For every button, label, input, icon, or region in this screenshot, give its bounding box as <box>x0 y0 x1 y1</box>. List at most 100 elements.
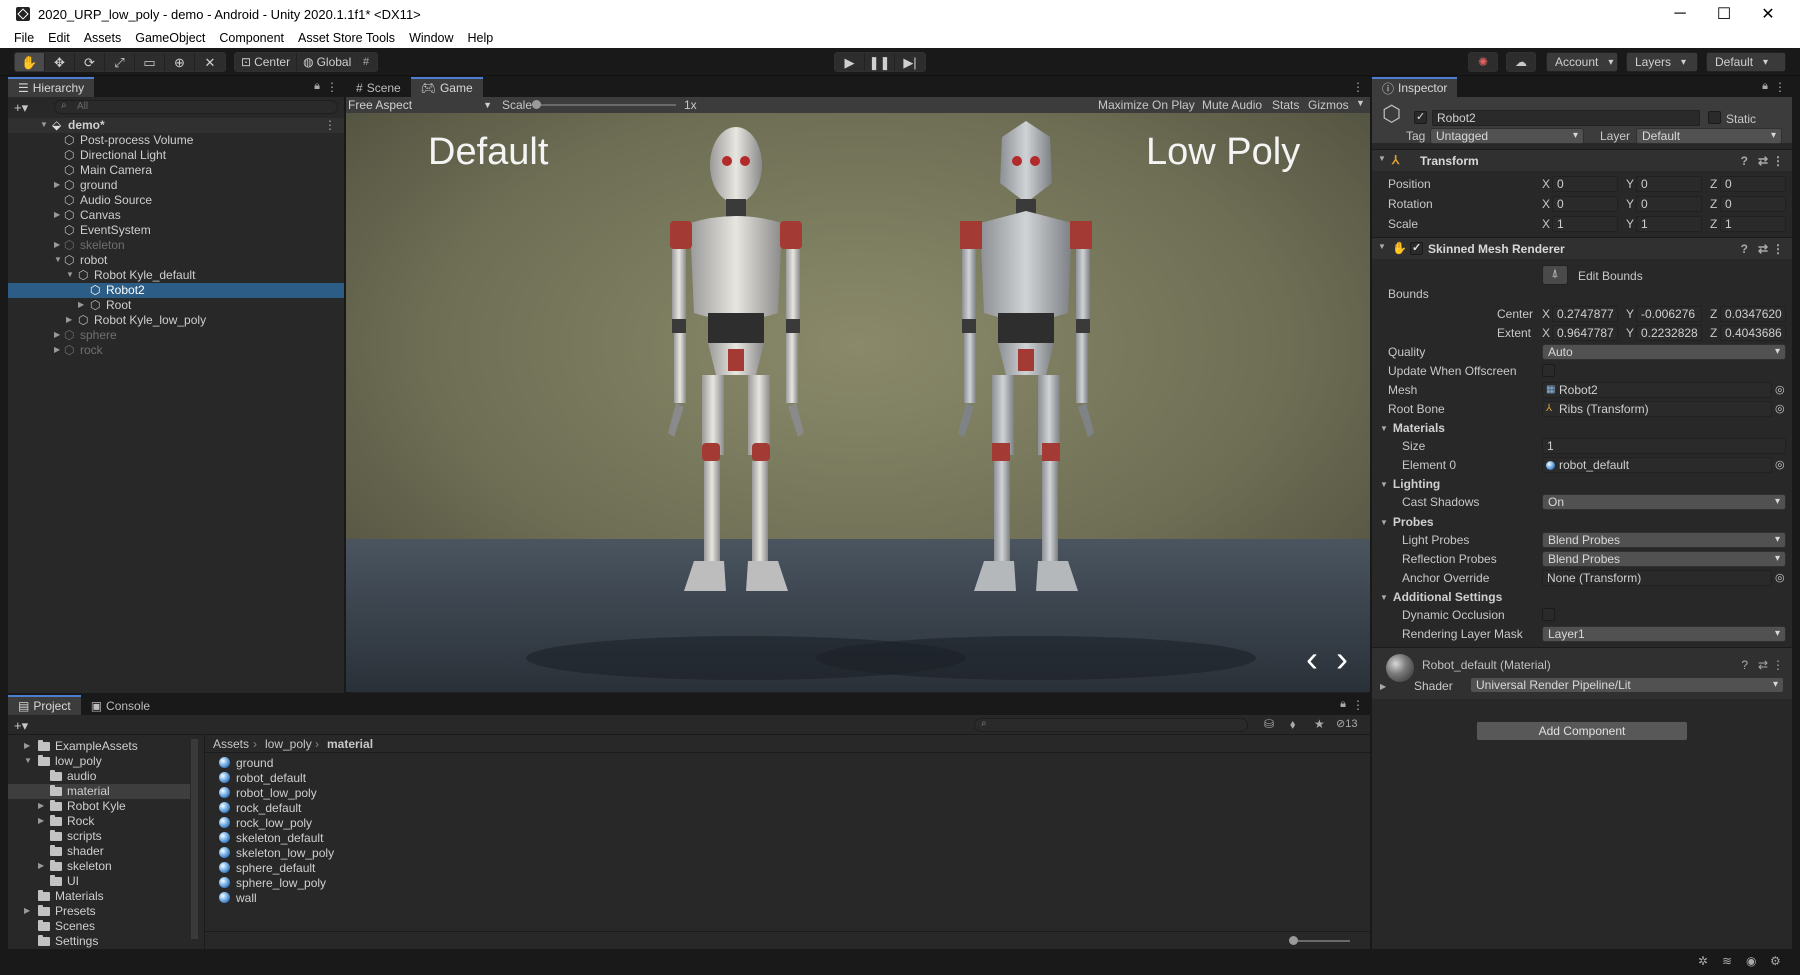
position-y-field[interactable]: 0 <box>1636 176 1702 192</box>
tab-hierarchy[interactable]: ☰ Hierarchy <box>8 77 95 97</box>
create-icon[interactable]: +▾ <box>14 100 28 116</box>
lock-icon[interactable]: 🔒︎ <box>1340 698 1346 711</box>
anchor-override-field[interactable]: None (Transform) <box>1542 570 1772 586</box>
transform-tool-icon[interactable]: ⊕ <box>165 53 195 71</box>
skinned-mesh-renderer-header[interactable]: ▼ ✋ Skinned Mesh Renderer ? ⇄ ⋮ <box>1372 237 1792 259</box>
folder-row[interactable]: ▶ Robot Kyle <box>38 799 126 814</box>
hierarchy-item[interactable]: ▶ ⬡ rock <box>8 343 344 358</box>
cast-shadows-dropdown[interactable]: On <box>1542 494 1786 510</box>
folder-row[interactable]: Settings <box>38 934 98 949</box>
file-item[interactable]: skeleton_low_poly <box>219 846 334 861</box>
layers-dropdown[interactable]: Layers <box>1626 52 1698 72</box>
tab-game[interactable]: 🎮︎ Game <box>410 77 483 97</box>
gizmos-toggle[interactable]: Gizmos <box>1308 98 1349 112</box>
lighting-icon[interactable]: ◉ <box>1746 954 1756 968</box>
collapsed-arrow-icon[interactable]: ▶ <box>54 330 60 339</box>
folder-row[interactable]: UI <box>50 874 79 889</box>
grid-snap-button[interactable]: # <box>354 52 378 72</box>
play-icon[interactable]: ▶ <box>835 53 865 71</box>
menu-file[interactable]: File <box>14 31 34 45</box>
lock-icon[interactable]: 🔒︎ <box>1762 80 1768 93</box>
breadcrumb-material[interactable]: material <box>327 737 373 751</box>
hierarchy-item[interactable]: ⬡ Directional Light <box>8 148 344 163</box>
object-picker-icon[interactable]: ◎ <box>1775 458 1785 471</box>
expand-arrow-icon[interactable]: ▼ <box>54 255 62 264</box>
folder-row[interactable]: ▼ low_poly <box>24 754 102 769</box>
aspect-dropdown[interactable]: Free Aspect ▼ <box>348 97 494 113</box>
help-icon[interactable]: ? <box>1741 658 1748 672</box>
folder-row[interactable]: ▶ Rock <box>38 814 94 829</box>
minimize-button[interactable]: ─ <box>1658 0 1702 28</box>
project-search-input[interactable]: ⌕ <box>974 718 1248 732</box>
previous-arrow-button[interactable]: ‹ <box>1306 641 1318 677</box>
bug-icon[interactable]: ✲ <box>1698 954 1708 968</box>
smr-enabled-checkbox[interactable] <box>1410 241 1423 255</box>
file-item[interactable]: sphere_low_poly <box>219 876 326 891</box>
position-z-field[interactable]: 0 <box>1720 176 1786 192</box>
tab-console[interactable]: ▣ Console <box>80 695 161 715</box>
account-dropdown[interactable]: Account <box>1546 52 1618 72</box>
preset-icon[interactable]: ⇄ <box>1758 658 1768 672</box>
hierarchy-item[interactable]: ▼ ⬡ robot <box>8 253 344 268</box>
rotation-y-field[interactable]: 0 <box>1636 196 1702 212</box>
rotate-tool-icon[interactable]: ⟳ <box>75 53 105 71</box>
hierarchy-item[interactable]: ▶ ⬡ Robot Kyle_low_poly <box>8 313 344 328</box>
menu-assets[interactable]: Assets <box>84 31 122 45</box>
gizmos-dropdown-icon[interactable]: ▼ <box>1356 98 1365 108</box>
hierarchy-item[interactable]: ▶ ⬡ sphere <box>8 328 344 343</box>
file-item[interactable]: robot_low_poly <box>219 786 317 801</box>
collapsed-arrow-icon[interactable]: ▶ <box>54 345 60 354</box>
tag-dropdown[interactable]: Untagged <box>1430 128 1584 144</box>
dynamic-occlusion-checkbox[interactable] <box>1542 608 1555 621</box>
folder-row[interactable]: ▶ Presets <box>24 904 96 919</box>
light-probes-dropdown[interactable]: Blend Probes <box>1542 532 1786 548</box>
center-x-field[interactable]: 0.2747877 <box>1552 306 1618 322</box>
folder-tree-scrollbar[interactable] <box>191 739 198 939</box>
folder-row[interactable]: audio <box>50 769 96 784</box>
view-menu-icon[interactable]: ⋮ <box>1352 80 1364 94</box>
hierarchy-item[interactable]: ▼ ⬡ Robot Kyle_default <box>8 268 344 283</box>
static-checkbox[interactable] <box>1708 111 1721 124</box>
hierarchy-search-input[interactable]: ⌕ All <box>54 100 338 114</box>
next-arrow-button[interactable]: › <box>1336 641 1348 677</box>
tab-scene[interactable]: # Scene <box>346 77 411 97</box>
folder-row-selected[interactable]: material <box>8 784 190 799</box>
rotation-z-field[interactable]: 0 <box>1720 196 1786 212</box>
object-name-field[interactable]: Robot2 <box>1432 110 1700 126</box>
root-bone-field[interactable]: ⅄ Ribs (Transform) <box>1542 401 1772 417</box>
folder-row[interactable]: ▶ skeleton <box>38 859 112 874</box>
hierarchy-item[interactable]: ⬡ Main Camera <box>8 163 344 178</box>
hierarchy-item[interactable]: ▶ ⬡ ground <box>8 178 344 193</box>
rendering-layer-dropdown[interactable]: Layer1 <box>1542 626 1786 642</box>
foldout-arrow-icon[interactable]: ▶ <box>1380 682 1386 691</box>
reflection-probes-dropdown[interactable]: Blend Probes <box>1542 551 1786 567</box>
step-icon[interactable]: ▶| <box>895 53 925 71</box>
extent-x-field[interactable]: 0.9647787 <box>1552 325 1618 341</box>
center-y-field[interactable]: -0.006276 <box>1636 306 1702 322</box>
component-menu-icon[interactable]: ⋮ <box>1772 242 1784 256</box>
layout-dropdown[interactable]: Default <box>1706 52 1786 72</box>
settings-icon[interactable]: ⚙ <box>1770 954 1781 968</box>
pivot-center-toggle[interactable]: ⊡ Center <box>235 53 298 71</box>
materials-foldout[interactable]: Materials <box>1380 421 1445 435</box>
file-item[interactable]: rock_low_poly <box>219 816 312 831</box>
collapsed-arrow-icon[interactable]: ▶ <box>54 210 60 219</box>
center-z-field[interactable]: 0.0347620 <box>1720 306 1786 322</box>
pause-icon[interactable]: ❚❚ <box>865 53 895 71</box>
layers-stack-icon[interactable]: ≋ <box>1722 954 1732 968</box>
scene-menu-icon[interactable]: ⋮ <box>324 118 336 132</box>
folder-row[interactable]: ▶ ExampleAssets <box>24 739 138 754</box>
menu-asset-store-tools[interactable]: Asset Store Tools <box>298 31 395 45</box>
object-picker-icon[interactable]: ◎ <box>1775 402 1785 415</box>
hierarchy-item[interactable]: ▶ ⬡ Canvas <box>8 208 344 223</box>
project-menu-icon[interactable]: ⋮ <box>1352 698 1364 712</box>
object-picker-icon[interactable]: ◎ <box>1775 383 1785 396</box>
component-menu-icon[interactable]: ⋮ <box>1772 658 1784 672</box>
preset-icon[interactable]: ⇄ <box>1758 242 1768 256</box>
element0-field[interactable]: robot_default <box>1542 457 1772 473</box>
hierarchy-item-selected[interactable]: ⬡ Robot2 <box>8 283 344 298</box>
component-menu-icon[interactable]: ⋮ <box>1772 154 1784 168</box>
maximize-on-play-toggle[interactable]: Maximize On Play <box>1098 98 1195 112</box>
rotation-x-field[interactable]: 0 <box>1552 196 1618 212</box>
stats-toggle[interactable]: Stats <box>1272 98 1299 112</box>
